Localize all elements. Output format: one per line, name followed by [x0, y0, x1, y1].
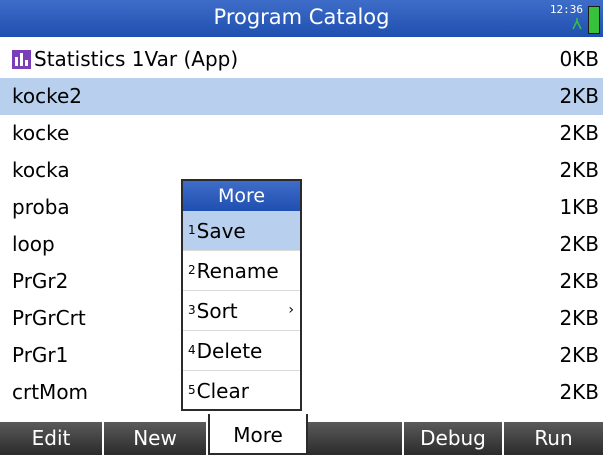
- program-name: PrGrCrt: [12, 306, 86, 330]
- program-name: proba: [12, 195, 70, 219]
- program-size: 0KB: [559, 47, 599, 71]
- menu-item-number: 3: [188, 303, 196, 317]
- menu-item-rename[interactable]: 2Rename: [183, 250, 300, 290]
- list-item[interactable]: kocke 2KB: [0, 115, 603, 152]
- program-name: kocke: [12, 121, 70, 145]
- program-name: PrGr1: [12, 343, 69, 367]
- program-size: 2KB: [559, 158, 599, 182]
- menu-item-label: Save: [196, 219, 246, 243]
- more-popup-menu: More 1Save 2Rename 3Sort › 4Delete 5Clea…: [181, 179, 302, 411]
- program-name: PrGr2: [12, 269, 69, 293]
- program-size: 2KB: [559, 232, 599, 256]
- menu-item-number: 2: [188, 263, 196, 277]
- menu-item-number: 1: [188, 223, 196, 237]
- program-size: 2KB: [559, 269, 599, 293]
- soft-key-bar: Edit New More Debug Run: [0, 412, 603, 455]
- list-item-selected[interactable]: kocke2 2KB: [0, 78, 603, 115]
- antenna-icon: [572, 18, 582, 30]
- program-name: crtMom: [12, 380, 89, 404]
- statistics-app-icon: [12, 50, 31, 69]
- clock: 12:36: [549, 3, 583, 16]
- menu-item-sort[interactable]: 3Sort ›: [183, 290, 300, 330]
- edit-softkey[interactable]: Edit: [0, 422, 104, 455]
- menu-item-number: 5: [188, 383, 196, 397]
- list-item[interactable]: Statistics 1Var (App) 0KB: [0, 41, 603, 78]
- menu-item-label: Sort: [196, 299, 238, 323]
- menu-item-label: Clear: [196, 379, 249, 403]
- run-softkey[interactable]: Run: [504, 422, 603, 455]
- menu-item-save[interactable]: 1Save: [183, 211, 300, 250]
- program-size: 1KB: [559, 195, 599, 219]
- program-size: 2KB: [559, 121, 599, 145]
- battery-icon: [588, 6, 600, 34]
- menu-item-number: 4: [188, 343, 196, 357]
- menu-item-clear[interactable]: 5Clear: [183, 370, 300, 409]
- program-size: 2KB: [559, 343, 599, 367]
- empty-softkey[interactable]: [308, 422, 404, 455]
- menu-item-delete[interactable]: 4Delete: [183, 330, 300, 370]
- program-size: 2KB: [559, 380, 599, 404]
- page-title: Program Catalog: [213, 5, 390, 29]
- menu-item-label: Delete: [196, 339, 263, 363]
- debug-softkey[interactable]: Debug: [404, 422, 504, 455]
- menu-item-label: Rename: [196, 259, 279, 283]
- submenu-arrow-icon: ›: [288, 302, 294, 318]
- program-name: kocke2: [12, 84, 82, 108]
- program-name: kocka: [12, 158, 70, 182]
- title-bar: Program Catalog 12:36: [0, 0, 603, 37]
- more-softkey[interactable]: More: [208, 414, 308, 455]
- program-size: 2KB: [559, 84, 599, 108]
- program-name: loop: [12, 232, 55, 256]
- program-size: 2KB: [559, 306, 599, 330]
- program-name: Statistics 1Var (App): [34, 47, 239, 71]
- menu-title: More: [183, 181, 300, 211]
- new-softkey[interactable]: New: [104, 422, 208, 455]
